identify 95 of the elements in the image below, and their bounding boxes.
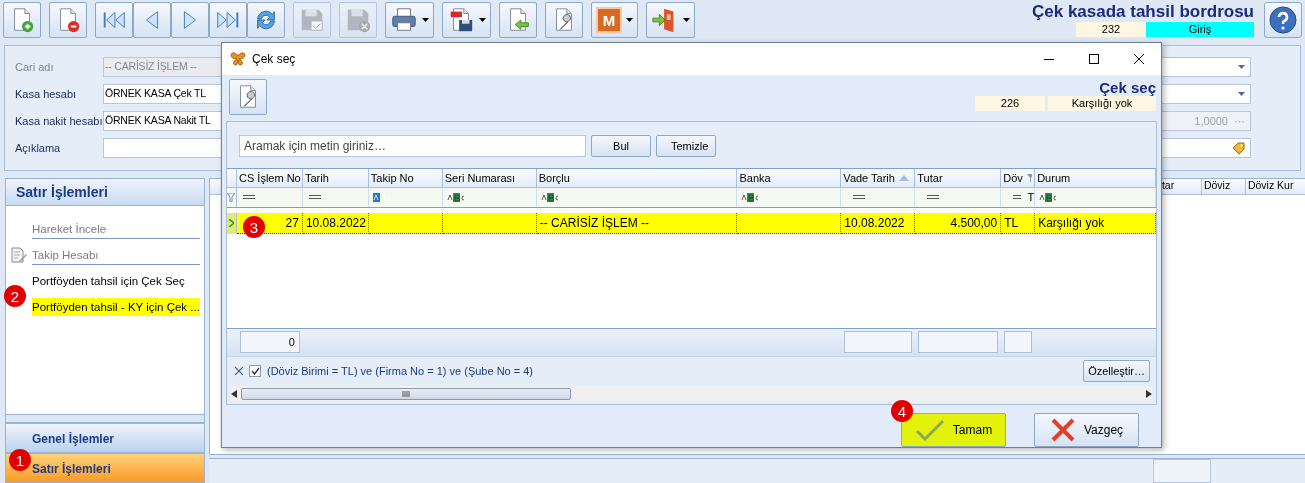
column-header[interactable]: Banka [737, 168, 842, 187]
column-header[interactable]: Döviz Kur [1245, 179, 1305, 194]
new-button[interactable] [3, 2, 41, 38]
summary-cell [844, 331, 913, 354]
caret-icon [1238, 92, 1245, 96]
next-button[interactable] [171, 2, 209, 38]
delete-button[interactable] [49, 2, 87, 38]
clear-filter-icon[interactable] [235, 367, 243, 376]
column-header[interactable]: CS İşlem No [237, 168, 303, 187]
nav-group-tab[interactable]: Genel İşlemler [5, 423, 205, 453]
document-number: 232 [1076, 22, 1146, 37]
module-button[interactable]: M [591, 2, 638, 38]
sort-ascending-icon [898, 174, 909, 181]
splitter-grip[interactable] [5, 415, 205, 423]
status-label: Karşılığı yok [1048, 96, 1156, 111]
table-cell: TL [1001, 212, 1036, 234]
filter-checkbox[interactable] [249, 365, 261, 378]
step-badge: 2 [4, 285, 26, 307]
document-edit-icon [10, 247, 28, 263]
field-label: Kasa nakit hesabı [15, 115, 103, 127]
find-button[interactable]: Bul [591, 134, 651, 157]
printer-icon [390, 6, 418, 34]
caret-icon [626, 18, 633, 22]
filter-row-icon [227, 192, 236, 202]
close-icon [1133, 54, 1144, 64]
check-icon [250, 367, 260, 376]
customize-button[interactable]: Özelleştir… [1083, 360, 1150, 383]
text-filter-icon [540, 192, 561, 202]
filter-expression[interactable]: (Döviz Birimi = TL) ve (Firma No = 1) ve (Şube No = 4) [267, 365, 533, 378]
table-cell: Karşılığı yok [1035, 212, 1156, 234]
refresh-button[interactable] [247, 2, 285, 38]
equals-icon [927, 195, 940, 200]
last-button[interactable] [209, 2, 247, 38]
tools-button[interactable] [545, 2, 583, 38]
exit-button[interactable] [646, 2, 695, 38]
search-field[interactable]: Aramak için metin giriniz… [239, 134, 586, 157]
equals-icon [308, 195, 321, 200]
summary-cell [1004, 331, 1033, 354]
equals-icon [1013, 195, 1022, 200]
column-header[interactable]: Tarih [302, 168, 369, 187]
column-header[interactable]: Durum [1035, 168, 1157, 187]
dialog-heading: Çek seç [1099, 79, 1156, 96]
caret-icon [422, 18, 429, 22]
equals-icon [243, 195, 255, 200]
record-number: 226 [975, 96, 1045, 111]
filter-icon [1026, 173, 1033, 182]
column-header[interactable]: Döv [1001, 168, 1036, 187]
text-filter-icon [446, 192, 467, 202]
caret-icon [683, 18, 690, 22]
prev-button[interactable] [133, 2, 171, 38]
table-cell: 4.500,00 [915, 212, 1002, 234]
column-header[interactable]: Borçlu [536, 168, 738, 187]
help-icon [1269, 6, 1297, 34]
maximize-icon [1088, 54, 1099, 64]
table-cell: 10.08.2022 [841, 212, 916, 234]
field-label: Kasa hesabı [15, 88, 78, 100]
column-header[interactable]: Vade Tarih [841, 168, 916, 187]
form-title: Çek kasada tahsil bordrosu [1031, 2, 1254, 22]
print-button[interactable] [385, 2, 434, 38]
column-header[interactable]: Seri Numarası [442, 168, 537, 187]
clear-button[interactable]: Temizle [656, 134, 716, 157]
panel-header: Satır İşlemleri [5, 178, 205, 206]
table-cell: 10.08.2022 [302, 212, 369, 234]
column-header[interactable]: Döviz [1201, 179, 1246, 194]
first-button[interactable] [95, 2, 133, 38]
module-icon: M [596, 7, 622, 33]
row-indicator[interactable] [227, 212, 237, 234]
import-button[interactable] [499, 2, 537, 38]
menu-item[interactable]: Portföyden tahsil için Çek Seç [32, 272, 200, 290]
column-header[interactable]: Tutar [915, 168, 1002, 187]
field-label: Açıklama [15, 142, 62, 154]
horizontal-scrollbar[interactable] [231, 385, 1152, 402]
caret-icon [1238, 65, 1245, 69]
help-button[interactable] [1264, 2, 1302, 38]
summary-cell: 0 [239, 331, 300, 354]
checkmark-icon [914, 419, 945, 441]
dialog-title: Çek seç [252, 52, 296, 66]
scroll-left-icon[interactable] [231, 389, 237, 398]
pdf-button[interactable] [442, 2, 491, 38]
filter-value: T [1027, 191, 1035, 204]
scroll-thumb[interactable] [241, 387, 571, 400]
scroll-right-icon[interactable] [1146, 389, 1152, 398]
table-cell: -- CARİSİZ İŞLEM -- [536, 212, 738, 234]
equals-icon [853, 195, 866, 200]
mode-label: Giriş [1146, 22, 1254, 37]
butterfly-icon [230, 52, 246, 66]
cross-icon [1049, 417, 1076, 443]
tag-icon [1232, 142, 1245, 154]
menu-item[interactable]: Portföyden tahsil - KY için Çek ... [32, 298, 200, 316]
cancel-button[interactable]: Vazgeç [1034, 413, 1139, 447]
field-label: Cari adı [15, 61, 55, 73]
column-header[interactable]: Takip No [368, 168, 443, 187]
text-filter-icon [372, 192, 393, 202]
settings-button[interactable] [229, 79, 267, 115]
caret-icon [479, 18, 486, 22]
